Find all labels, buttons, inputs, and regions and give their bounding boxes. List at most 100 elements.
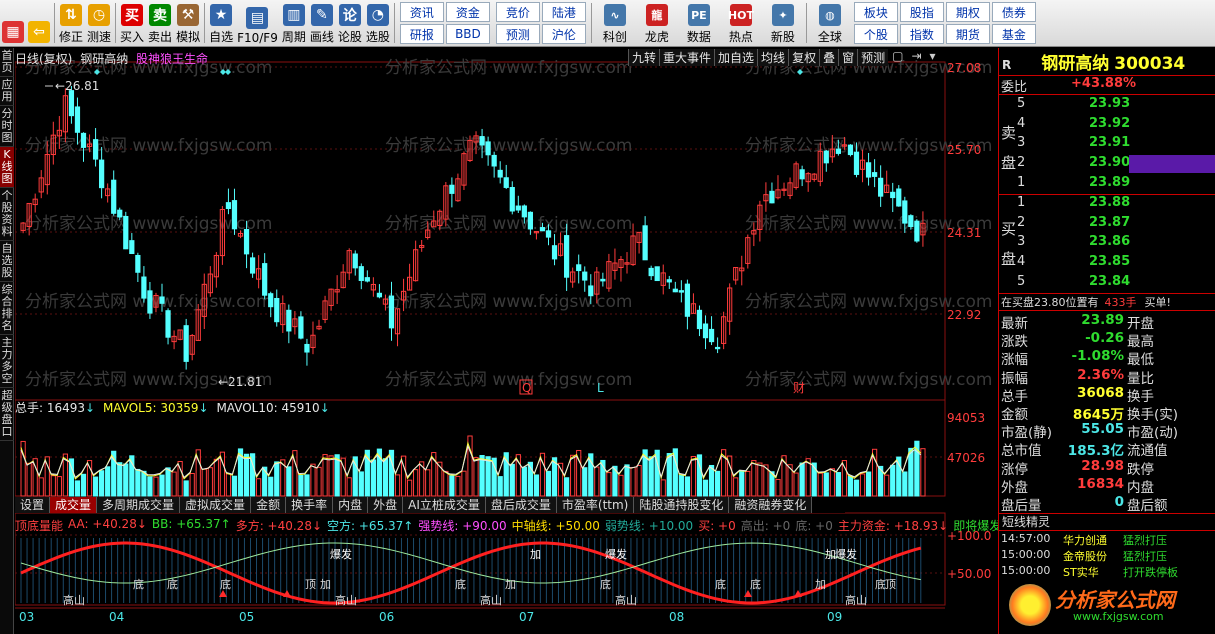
left-tab-8[interactable]: 超 级 盘 口 [0, 388, 14, 441]
toolbar-button-2[interactable]: ⇅ 修正 [57, 0, 85, 46]
bottom-tab-4[interactable]: 金额 [251, 497, 287, 513]
split-icon[interactable]: ⇥ [907, 49, 925, 66]
chart-top-button-4[interactable]: 复权 [788, 49, 820, 66]
buy-level-3[interactable]: 3 23.86 [1017, 234, 1215, 253]
volume-bar [660, 479, 666, 497]
bottom-tab-10[interactable]: 市盈率(ttm) [556, 497, 635, 513]
sell-level-4[interactable]: 4 23.92 [1017, 116, 1215, 135]
left-tab-0[interactable]: 首 页 [0, 48, 14, 77]
buy-level-2[interactable]: 2 23.87 [1017, 215, 1215, 234]
lock-icon[interactable]: ▢ [888, 49, 907, 66]
left-tab-6[interactable]: 综 合 排 名 [0, 282, 14, 335]
toolbar-button-8[interactable]: ▤ F10/F9 [235, 0, 280, 46]
left-tab-label: 个 股 资 料 [1, 189, 13, 238]
toolbar-link-grid2-3[interactable]: 沪伦 [541, 24, 586, 44]
toolbar-button-4[interactable]: 买买入 [118, 0, 146, 46]
volume-bar [690, 455, 697, 497]
bottom-tab-9[interactable]: 盘后成交量 [485, 497, 557, 513]
chart-top-button-0[interactable]: 九转 [628, 49, 660, 66]
notice-text: 在买盘23.80位置有 [1001, 296, 1099, 309]
toolbar-link-grid3-3[interactable]: 债券 [991, 2, 1036, 22]
toolbar-big-button-3[interactable]: HOT 热点 [720, 0, 762, 46]
toolbar-big-button-5[interactable]: ◍ 全球 [809, 0, 851, 46]
toolbar-big-button-1[interactable]: 龍龙虎 [636, 0, 678, 46]
toolbar-button-10[interactable]: ✎ 画线 [308, 0, 336, 46]
buy-level-4[interactable]: 4 23.85 [1017, 254, 1215, 273]
toolbar-link-grid1-1[interactable]: 资金 [445, 2, 490, 22]
toolbar-button-1[interactable]: ⇦ [26, 0, 52, 46]
toolbar-button-11[interactable]: 论论股 [336, 0, 364, 46]
toolbar-big-label: 数据 [686, 30, 711, 44]
toolbar-button-0[interactable]: ▦ [0, 0, 26, 46]
toolbar-link-grid3-2[interactable]: 期权 [945, 2, 990, 22]
sell-level-2[interactable]: 2 23.90 [1017, 155, 1215, 174]
bottom-tab-11[interactable]: 陆股通持股变化 [634, 497, 730, 513]
left-tab-5[interactable]: 自 选 股 [0, 241, 14, 282]
volume-bar [225, 473, 232, 497]
bottom-tab-6[interactable]: 内盘 [333, 497, 369, 513]
toolbar-button-9[interactable]: ▥ 周期 [280, 0, 308, 46]
toolbar-link-grid1-0[interactable]: 资讯 [399, 2, 444, 22]
indicator-bottom-label: 高山 [63, 593, 85, 607]
volume-bar [859, 473, 866, 497]
left-tab-4[interactable]: 个 股 资 料 [0, 188, 14, 241]
left-tab-3[interactable]: K 线 图 [0, 147, 14, 188]
candle-body [708, 328, 715, 343]
toolbar-big-button-4[interactable]: ✦ 新股 [762, 0, 804, 46]
toolbar-link-grid2-0[interactable]: 竞价 [495, 2, 540, 22]
toolbar-button-12[interactable]: ◔ 选股 [364, 0, 392, 46]
toolbar-button-7[interactable]: ★ 自选 [207, 0, 235, 46]
bottom-tab-2[interactable]: 多周期成交量 [97, 497, 181, 513]
left-tab-7[interactable]: 主 力 多 空 [0, 335, 14, 388]
toolbar-link-grid3-0[interactable]: 板块 [853, 2, 898, 22]
buy-level-1[interactable]: 1 23.88 [1017, 195, 1215, 214]
bottom-tab-8[interactable]: AI立桩成交量 [403, 497, 486, 513]
chart-top-button-1[interactable]: 重大事件 [659, 49, 715, 66]
chart-top-button-5[interactable]: 叠 [819, 49, 839, 66]
toolbar-button-3[interactable]: ◷ 测速 [85, 0, 113, 46]
stat-label-2: 最高 [1127, 334, 1154, 351]
toolbar-link-grid3-4[interactable]: 个股 [853, 24, 898, 44]
candle-body [666, 279, 672, 283]
toolbar-link-grid3-7[interactable]: 基金 [991, 24, 1036, 44]
chart-indicator-name[interactable]: 股神狼王生命 [136, 52, 208, 66]
price-axis-label: 27.08 [947, 61, 981, 75]
volume-bar [890, 464, 896, 497]
indicator-name: 顶底量能 [15, 519, 64, 533]
watermark: 分析家公式网 www.fxjgsw.com [385, 136, 632, 156]
toolbar-link-grid1-2[interactable]: 研报 [399, 24, 444, 44]
toolbar-button-5[interactable]: 卖卖出 [146, 0, 174, 46]
bottom-tab-0[interactable]: 设置 [15, 497, 51, 513]
toolbar-link-grid3-5[interactable]: 指数 [899, 24, 944, 44]
bottom-tab-1[interactable]: 成交量 [50, 497, 98, 513]
volume-label: 总手: [15, 401, 47, 415]
toolbar-link-grid2-2[interactable]: 预测 [495, 24, 540, 44]
toolbar-big-button-0[interactable]: ∿ 科创 [594, 0, 636, 46]
left-tab-1[interactable]: 应 用 [0, 77, 14, 106]
volume-bar [274, 461, 280, 497]
bottom-tab-5[interactable]: 换手率 [286, 497, 334, 513]
toolbar-link-grid3-6[interactable]: 期货 [945, 24, 990, 44]
sell-level-1[interactable]: 1 23.89 [1017, 175, 1215, 194]
chart-top-button-6[interactable]: 窗 [838, 49, 858, 66]
chart-top-button-3[interactable]: 均线 [757, 49, 789, 66]
indicator-mark: 底 [455, 577, 466, 591]
buy-level-5[interactable]: 5 23.84 [1017, 274, 1215, 293]
left-tab-2[interactable]: 分 时 图 [0, 106, 14, 147]
sell-level-3[interactable]: 3 23.91 [1017, 135, 1215, 154]
toolbar-button-6[interactable]: ⚒ 模拟 [174, 0, 202, 46]
chart-top-button-2[interactable]: 加自选 [714, 49, 758, 66]
toolbar-link-grid3-1[interactable]: 股指 [899, 2, 944, 22]
sprite-stock: 华力创通 [1063, 534, 1107, 547]
toolbar-link-grid1-3[interactable]: BBD [445, 24, 490, 44]
sell-level-5[interactable]: 5 23.93 [1017, 96, 1215, 115]
toolbar-link-grid2-1[interactable]: 陆港 [541, 2, 586, 22]
volume-bar [823, 472, 829, 497]
bottom-tab-3[interactable]: 虚拟成交量 [180, 497, 252, 513]
kline-chart-area[interactable]: 分析家公式网 www.fxjgsw.com 分析家公式网 www.fxjgsw.c… [15, 48, 1061, 628]
toolbar-big-button-2[interactable]: PE 数据 [678, 0, 720, 46]
dropdown-icon[interactable]: ▾ [926, 49, 940, 66]
chart-top-button-7[interactable]: 预测 [857, 49, 889, 66]
bottom-tab-12[interactable]: 融资融券变化 [729, 497, 813, 513]
bottom-tab-7[interactable]: 外盘 [368, 497, 404, 513]
